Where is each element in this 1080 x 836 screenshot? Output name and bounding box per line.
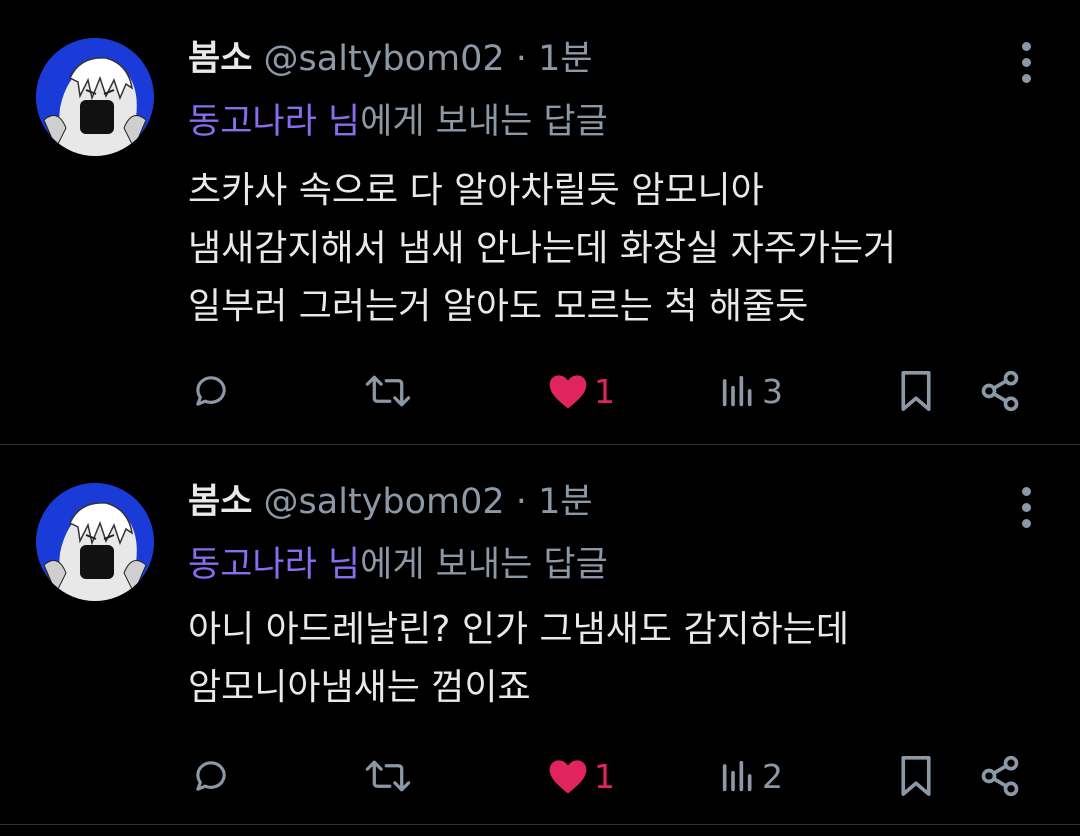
display-name[interactable]: 봄소 xyxy=(188,482,252,522)
heart-icon xyxy=(549,375,587,409)
reply-icon xyxy=(196,376,226,406)
like-button[interactable]: 1 xyxy=(546,366,615,416)
share-button[interactable] xyxy=(978,366,1022,416)
like-count: 1 xyxy=(594,371,615,411)
reply-mention[interactable]: 동고나라 님 xyxy=(188,545,360,585)
repost-icon xyxy=(365,760,411,792)
post[interactable]: 봄소 @saltybom02 · 1분 동고나라 님에게 보내는 답글 츠카사 … xyxy=(0,0,1080,445)
views-button[interactable]: 2 xyxy=(718,751,783,801)
more-icon[interactable] xyxy=(1022,487,1032,535)
action-bar: 1 2 xyxy=(0,751,1080,801)
views-button[interactable]: 3 xyxy=(718,366,783,416)
more-icon[interactable] xyxy=(1022,42,1032,90)
view-count: 3 xyxy=(762,371,783,411)
repost-button[interactable] xyxy=(364,751,412,801)
bookmark-button[interactable] xyxy=(896,366,936,416)
repost-icon xyxy=(365,375,411,407)
post-text: 아니 아드레날린? 인가 그냄새도 감지하는데 암모니아냄새는 껌이죠 xyxy=(188,609,850,708)
share-icon xyxy=(981,755,1019,797)
reply-context-suffix: 에게 보내는 답글 xyxy=(360,545,608,585)
views-icon xyxy=(722,375,752,407)
reply-context-suffix: 에게 보내는 답글 xyxy=(360,102,608,142)
bookmark-icon xyxy=(901,755,931,796)
like-count: 1 xyxy=(594,756,615,796)
reply-button[interactable] xyxy=(190,751,232,801)
user-handle[interactable]: @saltybom02 xyxy=(264,482,505,522)
like-button[interactable]: 1 xyxy=(546,751,615,801)
reply-mention[interactable]: 동고나라 님 xyxy=(188,102,360,142)
post-time[interactable]: 1분 xyxy=(538,39,592,79)
action-bar: 1 3 xyxy=(0,366,1080,416)
views-icon xyxy=(722,760,752,792)
reply-button[interactable] xyxy=(190,366,232,416)
reply-context: 동고나라 님에게 보내는 답글 xyxy=(188,543,608,587)
separator-dot: · xyxy=(515,482,527,522)
reply-context: 동고나라 님에게 보내는 답글 xyxy=(188,100,608,144)
share-icon xyxy=(981,370,1019,412)
bookmark-icon xyxy=(901,371,931,411)
post[interactable]: 봄소 @saltybom02 · 1분 동고나라 님에게 보내는 답글 아니 아… xyxy=(0,445,1080,825)
repost-button[interactable] xyxy=(364,366,412,416)
user-handle[interactable]: @saltybom02 xyxy=(264,39,505,79)
share-button[interactable] xyxy=(978,751,1022,801)
post-header: 봄소 @saltybom02 · 1분 xyxy=(188,37,593,81)
post-text: 츠카사 속으로 다 알아차릴듯 암모니아 냄새감지해서 냄새 안나는데 화장실 … xyxy=(188,170,897,327)
post-time[interactable]: 1분 xyxy=(538,482,592,522)
bookmark-button[interactable] xyxy=(896,751,936,801)
post-header: 봄소 @saltybom02 · 1분 xyxy=(188,480,593,524)
display-name[interactable]: 봄소 xyxy=(188,39,252,79)
avatar[interactable] xyxy=(36,483,154,601)
reply-icon xyxy=(196,761,226,791)
view-count: 2 xyxy=(762,756,783,796)
separator-dot: · xyxy=(515,39,527,79)
heart-icon xyxy=(549,760,587,794)
avatar[interactable] xyxy=(36,38,154,156)
